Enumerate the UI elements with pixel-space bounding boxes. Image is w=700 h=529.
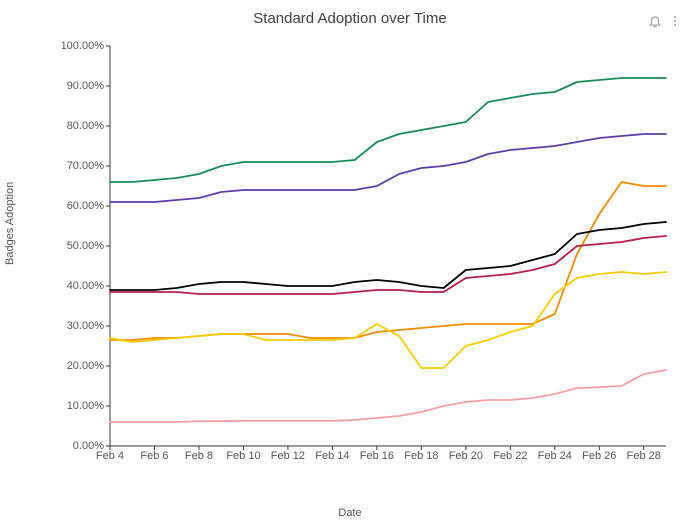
chart-plot-area: 0.00%10.00%20.00%30.00%40.00%50.00%60.00…	[62, 40, 672, 480]
x-tick-label: Feb 10	[226, 450, 260, 462]
x-tick-label: Feb 26	[582, 450, 616, 462]
y-tick-label: 90.00%	[67, 80, 105, 92]
y-tick-label: 80.00%	[67, 120, 105, 132]
x-tick-label: Feb 4	[96, 450, 124, 462]
y-tick-label: 20.00%	[67, 360, 105, 372]
x-tick-label: Feb 28	[627, 450, 661, 462]
more-menu-icon[interactable]	[668, 14, 682, 28]
chart-title: Standard Adoption over Time	[10, 10, 690, 27]
x-tick-label: Feb 16	[360, 450, 394, 462]
series-purple	[110, 134, 666, 202]
x-tick-label: Feb 14	[315, 450, 349, 462]
x-axis-label: Date	[10, 507, 690, 519]
series-lightpink	[110, 370, 666, 422]
x-tick-label: Feb 24	[538, 450, 572, 462]
x-tick-label: Feb 8	[185, 450, 213, 462]
series-green	[110, 78, 666, 182]
x-tick-label: Feb 6	[140, 450, 168, 462]
series-black	[110, 222, 666, 290]
series-yellow	[110, 272, 666, 368]
chart-toolbar	[648, 14, 682, 28]
x-tick-label: Feb 12	[271, 450, 305, 462]
y-tick-label: 30.00%	[67, 320, 105, 332]
bell-icon[interactable]	[648, 14, 662, 28]
y-tick-label: 10.00%	[67, 400, 105, 412]
y-tick-label: 60.00%	[67, 200, 105, 212]
chart-container: Standard Adoption over Time Badges Adopt…	[10, 10, 690, 519]
x-tick-label: Feb 22	[493, 450, 527, 462]
x-tick-label: Feb 20	[449, 450, 483, 462]
y-tick-label: 50.00%	[67, 240, 105, 252]
x-tick-label: Feb 18	[404, 450, 438, 462]
y-tick-label: 100.00%	[62, 40, 104, 52]
y-tick-label: 40.00%	[67, 280, 105, 292]
series-orange	[110, 182, 666, 340]
series-group	[110, 78, 666, 422]
y-axis-label: Badges Adoption	[4, 181, 16, 264]
y-tick-label: 70.00%	[67, 160, 105, 172]
